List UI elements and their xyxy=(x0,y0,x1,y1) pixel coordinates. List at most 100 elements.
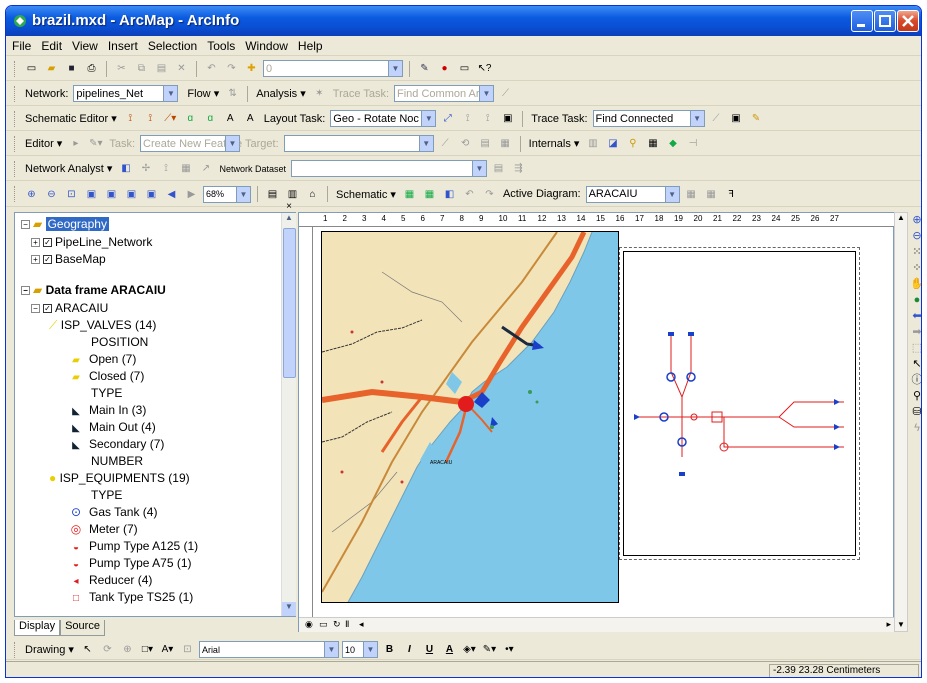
select-features-icon[interactable]: ⬚ xyxy=(909,340,921,356)
schematic-tool-4-icon[interactable]: ɑ xyxy=(182,111,199,127)
task-dropdown[interactable]: Create New Feature ▼ xyxy=(140,135,242,152)
layout-view[interactable]: 1 2 3 4 5 6 7 8 9 10 11 12 13 14 15 16 17 18 19 20 21 22 23 24 2… xyxy=(298,212,895,632)
focus-data-frame-icon[interactable]: ▥ xyxy=(284,186,301,202)
font-size-dropdown[interactable]: 10 ▼ xyxy=(341,641,378,658)
pan-page-icon[interactable]: ⊡ xyxy=(63,186,80,202)
internals-tool-3-icon[interactable]: ⚲ xyxy=(624,136,641,152)
layer-visibility-checkbox[interactable]: ✓ xyxy=(43,238,52,248)
collapse-icon[interactable]: − xyxy=(31,304,40,314)
hyperlink-icon[interactable]: ϟ xyxy=(909,420,921,436)
italic-button[interactable]: I xyxy=(401,642,418,658)
solve-icon[interactable]: ⟋ xyxy=(497,86,514,102)
arctoolbox-icon[interactable]: ● xyxy=(436,61,453,77)
save-icon[interactable]: ■ xyxy=(63,61,80,77)
diagram-tool-1-icon[interactable]: ▦ xyxy=(683,186,700,202)
find-icon[interactable]: ⚲ xyxy=(909,388,921,404)
internals-menu[interactable]: Internals ▾ xyxy=(529,137,580,150)
layout-task-dropdown[interactable]: Geo - Rotate Noc ▼ xyxy=(330,110,437,127)
line-color-icon[interactable]: ✎▾ xyxy=(481,642,498,658)
flow-menu[interactable]: Flow ▾ xyxy=(187,87,219,100)
forward-extent-icon[interactable]: ➡ xyxy=(909,324,921,340)
toc-scroll-thumb[interactable] xyxy=(283,228,296,378)
fixed-zoom-in-icon[interactable]: ⁙ xyxy=(909,244,921,260)
editor-toolbar-icon[interactable]: ✎ xyxy=(416,61,433,77)
na-tool-4-icon[interactable]: ↗ xyxy=(197,161,214,177)
minimize-button[interactable] xyxy=(851,10,873,32)
schematic-properties-icon[interactable]: ▣ xyxy=(499,111,516,127)
full-extent-icon[interactable]: ● xyxy=(909,292,921,308)
title-bar[interactable]: brazil.mxd - ArcMap - ArcInfo xyxy=(6,6,921,36)
isp-equipments-layer[interactable]: ● ISP_EQUIPMENTS (19) xyxy=(49,471,190,485)
zoom-out-page-icon[interactable]: ⊖ xyxy=(43,186,60,202)
toggle-draft-mode-icon[interactable]: ▤ xyxy=(264,186,281,202)
geography-map-frame[interactable]: ARACAIU xyxy=(321,231,619,603)
fixed-zoom-out-icon[interactable]: ⁘ xyxy=(909,260,921,276)
toc-scrollbar[interactable]: ▲ ▼ xyxy=(281,213,296,616)
menu-view[interactable]: View xyxy=(72,39,98,53)
zoom-100-icon[interactable]: ▣ xyxy=(143,186,160,202)
zoom-whole-page-icon[interactable]: ▣ xyxy=(123,186,140,202)
new-document-icon[interactable]: ▭ xyxy=(23,61,40,77)
menu-tools[interactable]: Tools xyxy=(207,39,235,53)
sketch-tool-icon[interactable]: ✎▾ xyxy=(87,136,104,152)
menu-file[interactable]: File xyxy=(12,39,31,53)
bold-button[interactable]: B xyxy=(381,642,398,658)
trace-edit-icon[interactable]: ✎ xyxy=(748,111,765,127)
expand-icon[interactable]: + xyxy=(31,255,40,265)
internals-tool-5-icon[interactable]: ◆ xyxy=(664,136,681,152)
schematic-view-3-icon[interactable]: ◧ xyxy=(441,186,458,202)
schematic-view-2-icon[interactable]: ▦ xyxy=(421,186,438,202)
scroll-up-icon[interactable]: ▲ xyxy=(282,213,296,227)
na-window-icon[interactable]: ◧ xyxy=(117,161,134,177)
data-view-icon[interactable]: ◉ xyxy=(305,619,313,630)
close-button[interactable] xyxy=(897,10,919,32)
add-data-icon[interactable]: ✚ xyxy=(243,61,260,77)
diagram-tool-2-icon[interactable]: ▦ xyxy=(703,186,720,202)
schematic-view-1-icon[interactable]: ▦ xyxy=(401,186,418,202)
drawing-menu[interactable]: Drawing ▾ xyxy=(25,643,74,656)
marker-color-icon[interactable]: •▾ xyxy=(501,642,518,658)
layout-horizontal-scrollbar[interactable]: ◉ ▭ ↻ Ⅱ ◂ ▸ xyxy=(299,617,895,632)
refresh-view-icon[interactable]: ↻ xyxy=(333,619,341,630)
maximize-button[interactable] xyxy=(874,10,896,32)
layout-view-icon[interactable]: ▭ xyxy=(319,619,328,630)
layer-visibility-checkbox[interactable]: ✓ xyxy=(43,255,52,265)
schematic-undo-icon[interactable]: ↶ xyxy=(461,186,478,202)
layout-vertical-scrollbar[interactable]: ▲ ▼ xyxy=(894,212,908,632)
layer-aracaiu[interactable]: − ✓ ARACAIU xyxy=(31,301,108,315)
schematic-trace-task-dropdown[interactable]: Find Connected ▼ xyxy=(592,110,705,127)
apply-layout-icon[interactable]: ⤢ xyxy=(439,111,456,127)
scroll-down-icon[interactable]: ▼ xyxy=(282,602,296,616)
internals-tool-1-icon[interactable]: ▥ xyxy=(584,136,601,152)
schematic-tool-8-icon[interactable]: ⟟ xyxy=(459,111,476,127)
select-elements-icon[interactable]: ↖ xyxy=(79,642,96,658)
measure-icon[interactable]: ⛁ xyxy=(909,404,921,420)
collapse-icon[interactable]: − xyxy=(21,220,30,230)
font-color-button[interactable]: A xyxy=(441,642,458,658)
command-line-icon[interactable]: ▭ xyxy=(456,61,473,77)
toolbar-grip[interactable] xyxy=(14,60,17,77)
map-scale-dropdown[interactable]: 0 ▼ xyxy=(263,60,403,77)
network-dropdown[interactable]: pipelines_Net ▼ xyxy=(73,85,179,102)
zoom-in-icon[interactable]: ⊕ xyxy=(909,212,921,228)
geography-frame[interactable]: − ▰ Geography xyxy=(21,217,109,231)
delete-icon[interactable]: ✕ xyxy=(173,61,190,77)
network-dataset-dropdown[interactable]: ▼ xyxy=(290,160,487,177)
menu-edit[interactable]: Edit xyxy=(41,39,62,53)
schematic-menu[interactable]: Schematic ▾ xyxy=(336,188,396,201)
na-tool-1-icon[interactable]: ✢ xyxy=(137,161,154,177)
schematic-tool-1-icon[interactable]: ⟟ xyxy=(122,111,139,127)
na-tool-3-icon[interactable]: ▦ xyxy=(177,161,194,177)
paste-icon[interactable]: ▤ xyxy=(153,61,170,77)
fill-color-icon[interactable]: ◈▾ xyxy=(461,642,478,658)
font-dropdown[interactable]: Arial ▼ xyxy=(198,641,339,658)
fixed-zoom-in-icon[interactable]: ▣ xyxy=(83,186,100,202)
edit-tool-icon[interactable]: ▸ xyxy=(67,136,84,152)
collapse-icon[interactable]: − xyxy=(21,286,30,296)
internals-tool-6-icon[interactable]: ⊣ xyxy=(684,136,701,152)
zoom-to-selected-icon[interactable]: ⊕ xyxy=(119,642,136,658)
tab-source[interactable]: Source xyxy=(60,620,105,636)
back-extent-icon[interactable]: ⬅ xyxy=(909,308,921,324)
fixed-zoom-out-icon[interactable]: ▣ xyxy=(103,186,120,202)
redo-icon[interactable]: ↷ xyxy=(223,61,240,77)
